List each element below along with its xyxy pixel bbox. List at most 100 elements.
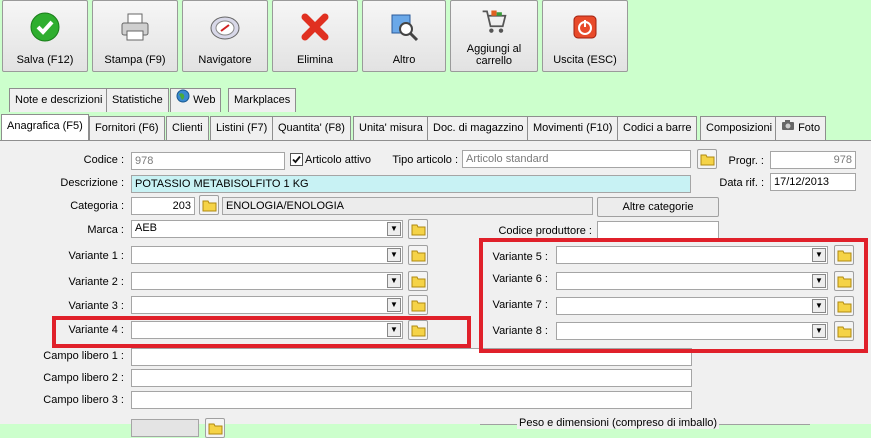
variante-3-label: Variante 3 : [68,300,124,312]
descrizione-label: Descrizione : [60,177,124,189]
tab-label: Clienti [172,122,203,134]
variante-2-folder-button[interactable] [408,271,428,291]
folder-icon [411,276,426,288]
tab-quantita[interactable]: Quantita' (F8) [272,116,351,140]
save-label: Salva (F12) [16,54,74,66]
bottom-folder-button[interactable] [205,418,225,438]
other-label: Altro [392,54,416,66]
tab-label: Statistiche [112,94,163,106]
exit-button[interactable]: Uscita (ESC) [542,0,628,72]
x-delete-icon [299,11,331,46]
tab-codici-barre[interactable]: Codici a barre [617,116,698,140]
chevron-down-icon[interactable]: ▼ [387,274,401,288]
peso-dimensioni-label: Peso e dimensioni (compreso di imballo) [517,417,720,429]
globe-icon [176,89,190,111]
save-button[interactable]: Salva (F12) [2,0,88,72]
tab-anagrafica[interactable]: Anagrafica (F5) [1,114,89,140]
tab-foto[interactable]: Foto [775,116,827,140]
progr-field[interactable]: 978 [770,151,856,169]
tab-fornitori[interactable]: Fornitori (F6) [89,116,165,140]
tab-web[interactable]: Web [170,88,222,112]
highlight-variante-4 [52,316,471,348]
variante-1-folder-button[interactable] [408,245,428,265]
variante-2-select[interactable]: ▼ [131,272,403,290]
categoria-label: Categoria : [70,200,124,212]
folder-icon [700,154,715,166]
codice-produttore-label: Codice produttore : [498,225,592,237]
tab-label: Web [193,94,216,106]
tab-label: Fornitori (F6) [95,122,159,134]
categoria-folder-button[interactable] [199,195,219,215]
variante-3-folder-button[interactable] [408,295,428,315]
tab-statistiche[interactable]: Statistiche [106,88,169,112]
navigator-label: Navigatore [198,54,252,66]
tab-label: Quantita' (F8) [278,122,345,134]
tab-label: Codici a barre [623,122,692,134]
codice-produttore-field[interactable] [597,221,719,239]
tab-note-descrizioni[interactable]: Note e descrizioni [9,88,109,112]
add-to-cart-label: Aggiungi al carrello [466,43,522,67]
folder-icon [411,300,426,312]
tab-unita-misura[interactable]: Unita' misura [353,116,429,140]
descrizione-field[interactable]: POTASSIO METABISOLFITO 1 KG [131,175,691,193]
tab-label: Foto [798,122,821,134]
add-to-cart-button[interactable]: Aggiungi al carrello [450,0,538,72]
delete-label: Elimina [296,54,334,66]
marca-label: Marca : [87,224,124,236]
navigator-button[interactable]: Navigatore [182,0,268,72]
chevron-down-icon[interactable]: ▼ [387,222,401,236]
tab-clienti[interactable]: Clienti [166,116,209,140]
campo-libero-3-label: Campo libero 3 : [43,394,124,406]
tab-label: Markplaces [234,94,291,106]
camera-icon [781,117,795,139]
bottom-partial-field[interactable] [131,419,199,437]
cart-icon [480,7,508,38]
checkmark-icon [29,11,61,46]
marca-select[interactable]: AEB ▼ [131,220,403,238]
tab-label: Note e descrizioni [15,94,103,106]
tab-markplaces[interactable]: Markplaces [228,88,297,112]
delete-button[interactable]: Elimina [272,0,358,72]
altre-categorie-button[interactable]: Altre categorie [597,197,719,217]
exit-label: Uscita (ESC) [553,54,617,66]
articolo-attivo-label: Articolo attivo [305,154,372,166]
campo-libero-2-label: Campo libero 2 : [43,372,124,384]
variante-3-select[interactable]: ▼ [131,296,403,314]
folder-icon [411,250,426,262]
print-label: Stampa (F9) [104,54,166,66]
tab-label: Composizioni [706,122,773,134]
highlight-varianti-5-8 [479,238,868,353]
marca-folder-button[interactable] [408,219,428,239]
categoria-desc-field: ENOLOGIA/ENOLOGIA [222,197,593,215]
tab-doc-magazzino[interactable]: Doc. di magazzino [427,116,530,140]
tab-movimenti[interactable]: Movimenti (F10) [527,116,619,140]
tab-label: Anagrafica (F5) [7,120,83,132]
variante-1-select[interactable]: ▼ [131,246,403,264]
progr-label: Progr. : [728,155,764,167]
chevron-down-icon[interactable]: ▼ [387,248,401,262]
campo-libero-2-field[interactable] [131,369,692,387]
data-rif-field[interactable]: 17/12/2013 [770,173,856,191]
folder-icon [202,200,217,212]
variante-1-label: Variante 1 : [68,250,124,262]
printer-icon [119,11,151,46]
codice-field[interactable]: 978 [131,152,285,170]
categoria-code-field[interactable]: 203 [131,197,195,215]
tab-composizioni[interactable]: Composizioni [700,116,779,140]
other-button[interactable]: Altro [362,0,446,72]
tab-label: Listini (F7) [216,122,268,134]
data-rif-label: Data rif. : [719,177,764,189]
folder-icon [411,224,426,236]
tipo-articolo-field[interactable]: Articolo standard [462,150,691,168]
check-icon [292,155,301,164]
chevron-down-icon[interactable]: ▼ [387,298,401,312]
tab-listini[interactable]: Listini (F7) [210,116,274,140]
codice-label: Codice : [83,154,124,166]
power-icon [569,11,601,46]
tab-label: Doc. di magazzino [433,122,524,134]
articolo-attivo-checkbox[interactable] [290,153,303,166]
compass-icon [209,11,241,46]
print-button[interactable]: Stampa (F9) [92,0,178,72]
tipo-articolo-folder-button[interactable] [697,149,717,169]
campo-libero-3-field[interactable] [131,391,692,409]
